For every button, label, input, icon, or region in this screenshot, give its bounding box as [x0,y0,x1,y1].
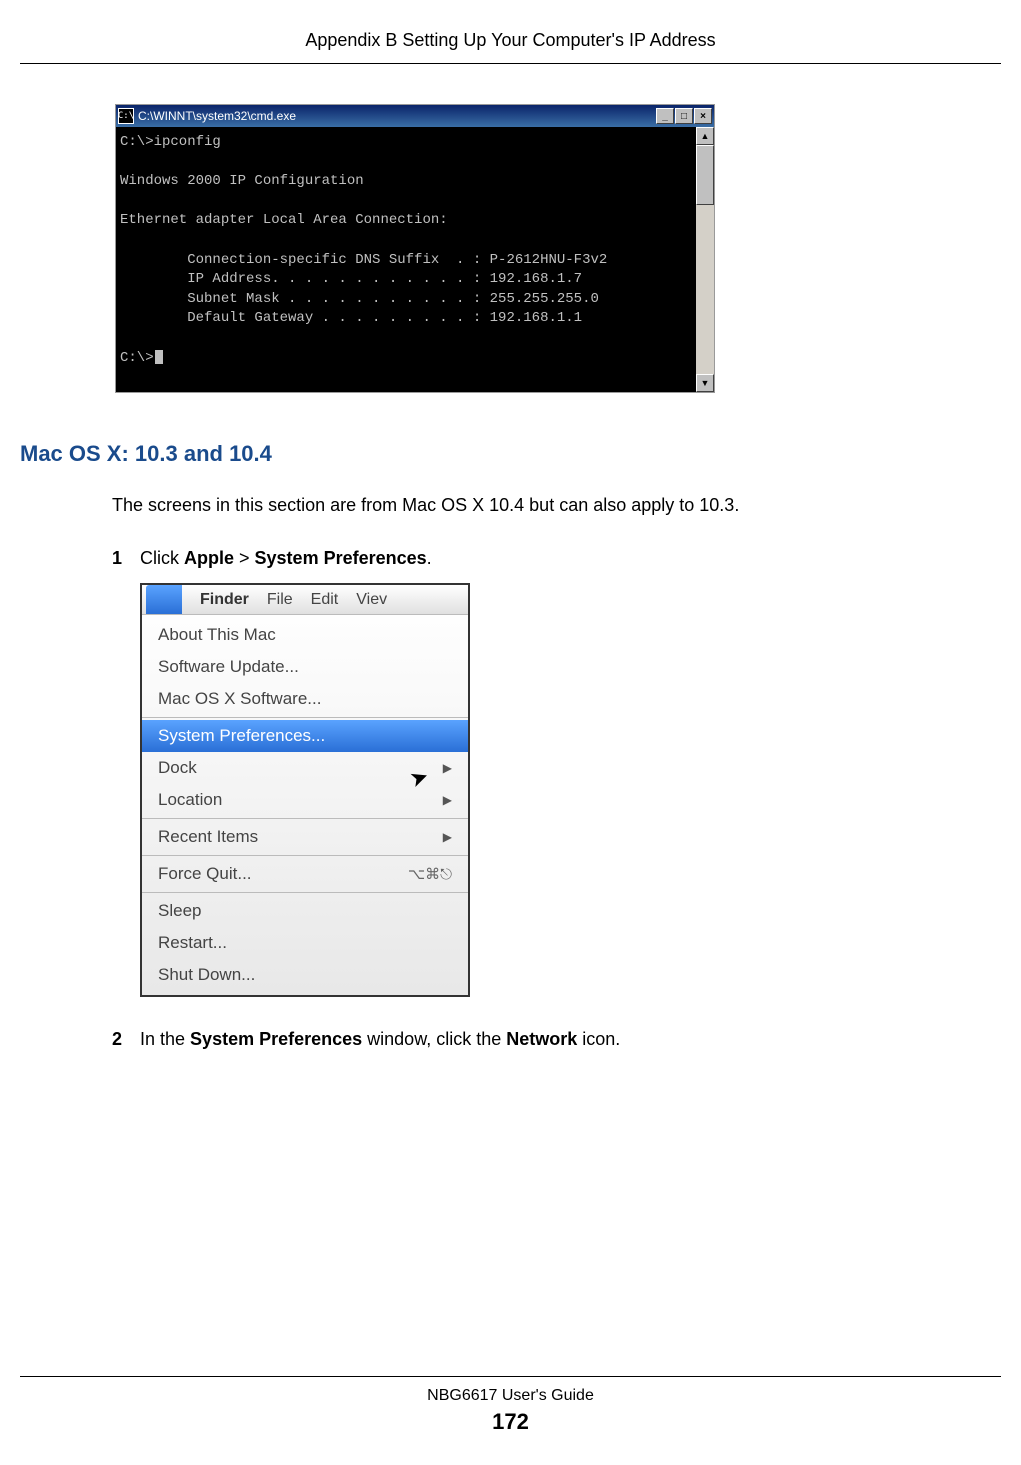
scroll-down-button[interactable]: ▼ [696,374,714,392]
step-1-text: Click Apple > System Preferences. [140,548,432,569]
scroll-track[interactable] [696,145,714,374]
maximize-button[interactable]: □ [675,108,693,124]
menu-about-this-mac[interactable]: About This Mac [142,619,468,651]
page-header: Appendix B Setting Up Your Computer's IP… [20,30,1001,57]
menu-separator [142,855,468,856]
header-rule [20,63,1001,64]
close-button[interactable]: × [694,108,712,124]
menu-recent-items[interactable]: Recent Items▶ [142,821,468,853]
cmd-app-icon: C:\ [118,108,134,124]
menubar-finder[interactable]: Finder [200,591,249,609]
menu-software-update[interactable]: Software Update... [142,651,468,683]
apple-menu-button[interactable] [146,585,182,614]
chevron-right-icon: ▶ [443,761,452,775]
minimize-button[interactable]: _ [656,108,674,124]
shortcut-label: ⌥⌘⎋ [408,865,452,883]
section-heading: Mac OS X: 10.3 and 10.4 [20,441,1001,467]
section-intro: The screens in this section are from Mac… [112,495,1001,516]
cmd-title-text: C:\WINNT\system32\cmd.exe [138,109,656,123]
page-footer: NBG6617 User's Guide 172 [0,1376,1021,1435]
menu-restart[interactable]: Restart... [142,927,468,959]
footer-rule [20,1376,1001,1377]
menubar-view[interactable]: Viev [356,591,387,609]
menu-force-quit[interactable]: Force Quit...⌥⌘⎋ [142,858,468,890]
footer-page-number: 172 [0,1409,1021,1435]
chevron-right-icon: ▶ [443,830,452,844]
cmd-cursor [155,350,163,364]
menu-separator [142,892,468,893]
menu-shutdown[interactable]: Shut Down... [142,959,468,991]
menu-mac-software[interactable]: Mac OS X Software... [142,683,468,715]
cmd-window: C:\ C:\WINNT\system32\cmd.exe _ □ × C:\>… [115,104,715,393]
menubar-edit[interactable]: Edit [311,591,339,609]
mac-menubar: Finder File Edit Viev [142,585,468,615]
step-2-text: In the System Preferences window, click … [140,1029,620,1050]
chevron-right-icon: ▶ [443,793,452,807]
menu-system-preferences[interactable]: System Preferences... [142,720,468,752]
menu-separator [142,717,468,718]
scroll-up-button[interactable]: ▲ [696,127,714,145]
menu-separator [142,818,468,819]
step-2: 2 In the System Preferences window, clic… [112,1029,1001,1050]
apple-dropdown: About This Mac Software Update... Mac OS… [142,615,468,995]
step-number: 2 [112,1029,140,1050]
cmd-output: C:\>ipconfig Windows 2000 IP Configurati… [116,127,696,392]
menu-sleep[interactable]: Sleep [142,895,468,927]
step-1: 1 Click Apple > System Preferences. [112,548,1001,569]
step-number: 1 [112,548,140,569]
cmd-titlebar: C:\ C:\WINNT\system32\cmd.exe _ □ × [116,105,714,127]
cmd-scrollbar[interactable]: ▲ ▼ [696,127,714,392]
scroll-thumb[interactable] [696,145,714,205]
menubar-file[interactable]: File [267,591,293,609]
footer-guide-name: NBG6617 User's Guide [0,1387,1021,1405]
